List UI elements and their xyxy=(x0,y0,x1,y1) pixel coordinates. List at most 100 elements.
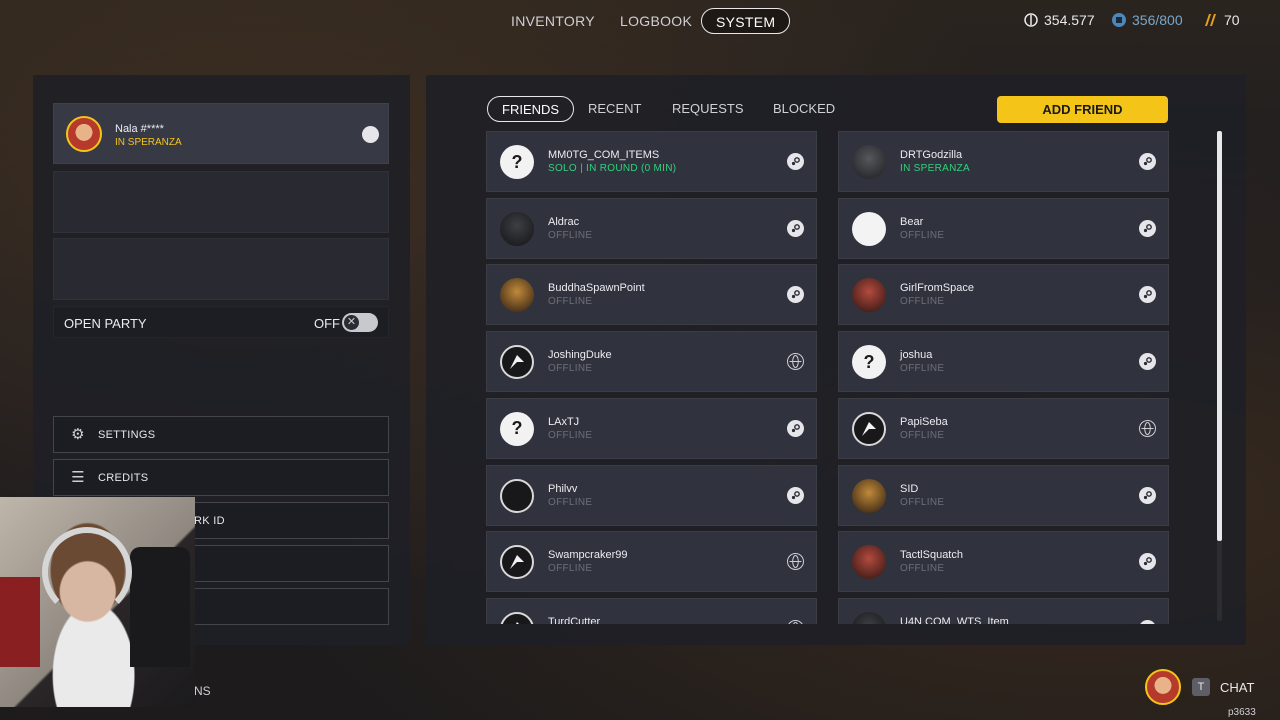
gold-avatar xyxy=(500,278,534,313)
friend-status: OFFLINE xyxy=(900,363,945,375)
open-party-label: OPEN PARTY xyxy=(64,316,147,331)
friend-name: GirlFromSpace xyxy=(900,282,974,295)
party-slot-self[interactable]: Nala #**** IN SPERANZA xyxy=(53,103,389,164)
friend-card[interactable]: JoshingDuke OFFLINE xyxy=(486,331,817,393)
friend-card[interactable]: BuddhaSpawnPoint OFFLINE xyxy=(486,264,817,326)
friend-card[interactable]: ? joshua OFFLINE xyxy=(838,331,1169,393)
friend-card[interactable]: GirlFromSpace OFFLINE xyxy=(838,264,1169,326)
tab-system[interactable]: SYSTEM xyxy=(701,8,791,34)
dark-avatar xyxy=(500,211,534,246)
friend-name: U4N COM_WTS_Item xyxy=(900,615,1009,624)
open-party-toggle[interactable]: ✕ xyxy=(342,313,378,332)
steam-icon xyxy=(1139,486,1156,504)
settings-button[interactable]: ⚙ SETTINGS xyxy=(53,416,389,453)
tab-friends[interactable]: FRIENDS xyxy=(487,96,575,122)
tab-requests[interactable]: REQUESTS xyxy=(672,96,744,122)
player-avatar xyxy=(66,116,102,152)
friend-card[interactable]: SID OFFLINE xyxy=(838,464,1169,526)
player-status: IN SPERANZA xyxy=(115,137,182,148)
network-id-label: RK ID xyxy=(194,514,225,527)
settings-label: SETTINGS xyxy=(98,428,156,441)
close-icon: ✕ xyxy=(344,315,359,330)
gear-icon: ⚙ xyxy=(71,425,85,443)
friend-status: OFFLINE xyxy=(548,563,593,575)
party-slot-empty[interactable] xyxy=(53,238,389,300)
friends-scrollbar[interactable] xyxy=(1217,131,1222,621)
tab-blocked[interactable]: BLOCKED xyxy=(773,96,835,122)
friend-card[interactable]: Philvv OFFLINE xyxy=(486,464,817,526)
pcc-avatar xyxy=(500,545,534,580)
credits-display: 354.577 xyxy=(1024,12,1095,28)
friend-card[interactable]: DRTGodzilla IN SPERANZA xyxy=(838,131,1169,192)
friend-card[interactable]: TactlSquatch OFFLINE xyxy=(838,531,1169,593)
chat-avatar xyxy=(1145,669,1181,705)
add-friend-button[interactable]: ADD FRIEND xyxy=(997,96,1168,123)
question-avatar: ? xyxy=(500,145,534,179)
steam-icon xyxy=(1139,153,1156,170)
storage-icon xyxy=(1112,13,1126,27)
storage-display: 356/800 xyxy=(1112,12,1183,28)
headset xyxy=(42,527,132,617)
skull-avatar xyxy=(852,145,886,179)
friend-name: Swampcraker99 xyxy=(548,549,628,562)
credits-label: CREDITS xyxy=(98,471,149,484)
gold-avatar xyxy=(852,478,886,513)
globe-icon xyxy=(787,619,804,624)
friend-status: IN SPERANZA xyxy=(900,163,970,174)
pcc-avatar xyxy=(500,611,534,624)
friend-card[interactable]: TurdCutter xyxy=(486,597,817,624)
friend-name: Bear xyxy=(900,215,924,228)
steam-icon xyxy=(1139,619,1156,624)
friend-card[interactable]: ? MM0TG_COM_ITEMS SOLO | IN ROUND (0 MIN) xyxy=(486,131,817,192)
chat-button[interactable]: T CHAT xyxy=(1192,678,1254,696)
open-party-row: OPEN PARTY OFF xyxy=(53,306,389,338)
friend-name: TactlSquatch xyxy=(900,549,963,562)
steam-icon xyxy=(1139,353,1156,371)
friend-name: TurdCutter xyxy=(548,615,601,624)
credits-icon xyxy=(1024,13,1038,27)
friends-list: ? MM0TG_COM_ITEMS SOLO | IN ROUND (0 MIN) D… xyxy=(486,131,1176,624)
credits-button[interactable]: ☰ CREDITS xyxy=(53,459,389,496)
chair xyxy=(0,577,40,667)
aurum-display: 70 xyxy=(1204,12,1240,28)
globe-icon xyxy=(787,353,804,371)
friend-name: joshua xyxy=(900,349,933,362)
friend-card[interactable]: PapiSeba OFFLINE xyxy=(838,397,1169,459)
bottom-left-label: NS xyxy=(194,684,211,698)
tab-logbook[interactable]: LOGBOOK xyxy=(620,8,692,34)
steam-icon xyxy=(787,419,804,437)
friend-name: JoshingDuke xyxy=(548,349,612,362)
steam-icon xyxy=(1139,219,1156,237)
steam-icon xyxy=(787,219,804,237)
friend-card[interactable]: Bear OFFLINE xyxy=(838,197,1169,259)
friend-name: MM0TG_COM_ITEMS xyxy=(548,149,660,161)
pcc-avatar xyxy=(500,345,534,380)
open-party-state: OFF xyxy=(314,316,340,331)
friend-status: OFFLINE xyxy=(900,563,945,575)
friend-status: OFFLINE xyxy=(548,429,593,441)
friend-name: Philvv xyxy=(548,482,578,495)
steam-icon xyxy=(362,126,379,143)
friend-name: PapiSeba xyxy=(900,415,948,428)
friend-card[interactable]: U4N COM_WTS_Item xyxy=(838,597,1169,624)
hooded-avatar xyxy=(500,478,534,513)
party-slot-empty[interactable] xyxy=(53,171,389,233)
friend-status: OFFLINE xyxy=(900,296,945,308)
friend-card[interactable]: ? LAxTJ OFFLINE xyxy=(486,397,817,459)
scrollbar-thumb[interactable] xyxy=(1217,131,1222,541)
friend-status: OFFLINE xyxy=(548,496,593,508)
player-name: Nala #**** xyxy=(115,123,164,135)
chat-label: CHAT xyxy=(1220,679,1255,695)
pcc-avatar xyxy=(852,411,886,446)
list-icon: ☰ xyxy=(71,468,85,486)
friend-card[interactable]: Aldrac OFFLINE xyxy=(486,197,817,259)
tab-recent[interactable]: RECENT xyxy=(588,96,641,122)
friend-status: OFFLINE xyxy=(900,429,945,441)
tab-inventory[interactable]: INVENTORY xyxy=(511,8,595,34)
steam-icon xyxy=(787,286,804,304)
question-avatar: ? xyxy=(500,411,534,446)
friend-card[interactable]: Swampcraker99 OFFLINE xyxy=(486,531,817,593)
friend-status: OFFLINE xyxy=(900,496,945,508)
friend-status: OFFLINE xyxy=(548,363,593,375)
friend-name: LAxTJ xyxy=(548,415,580,428)
